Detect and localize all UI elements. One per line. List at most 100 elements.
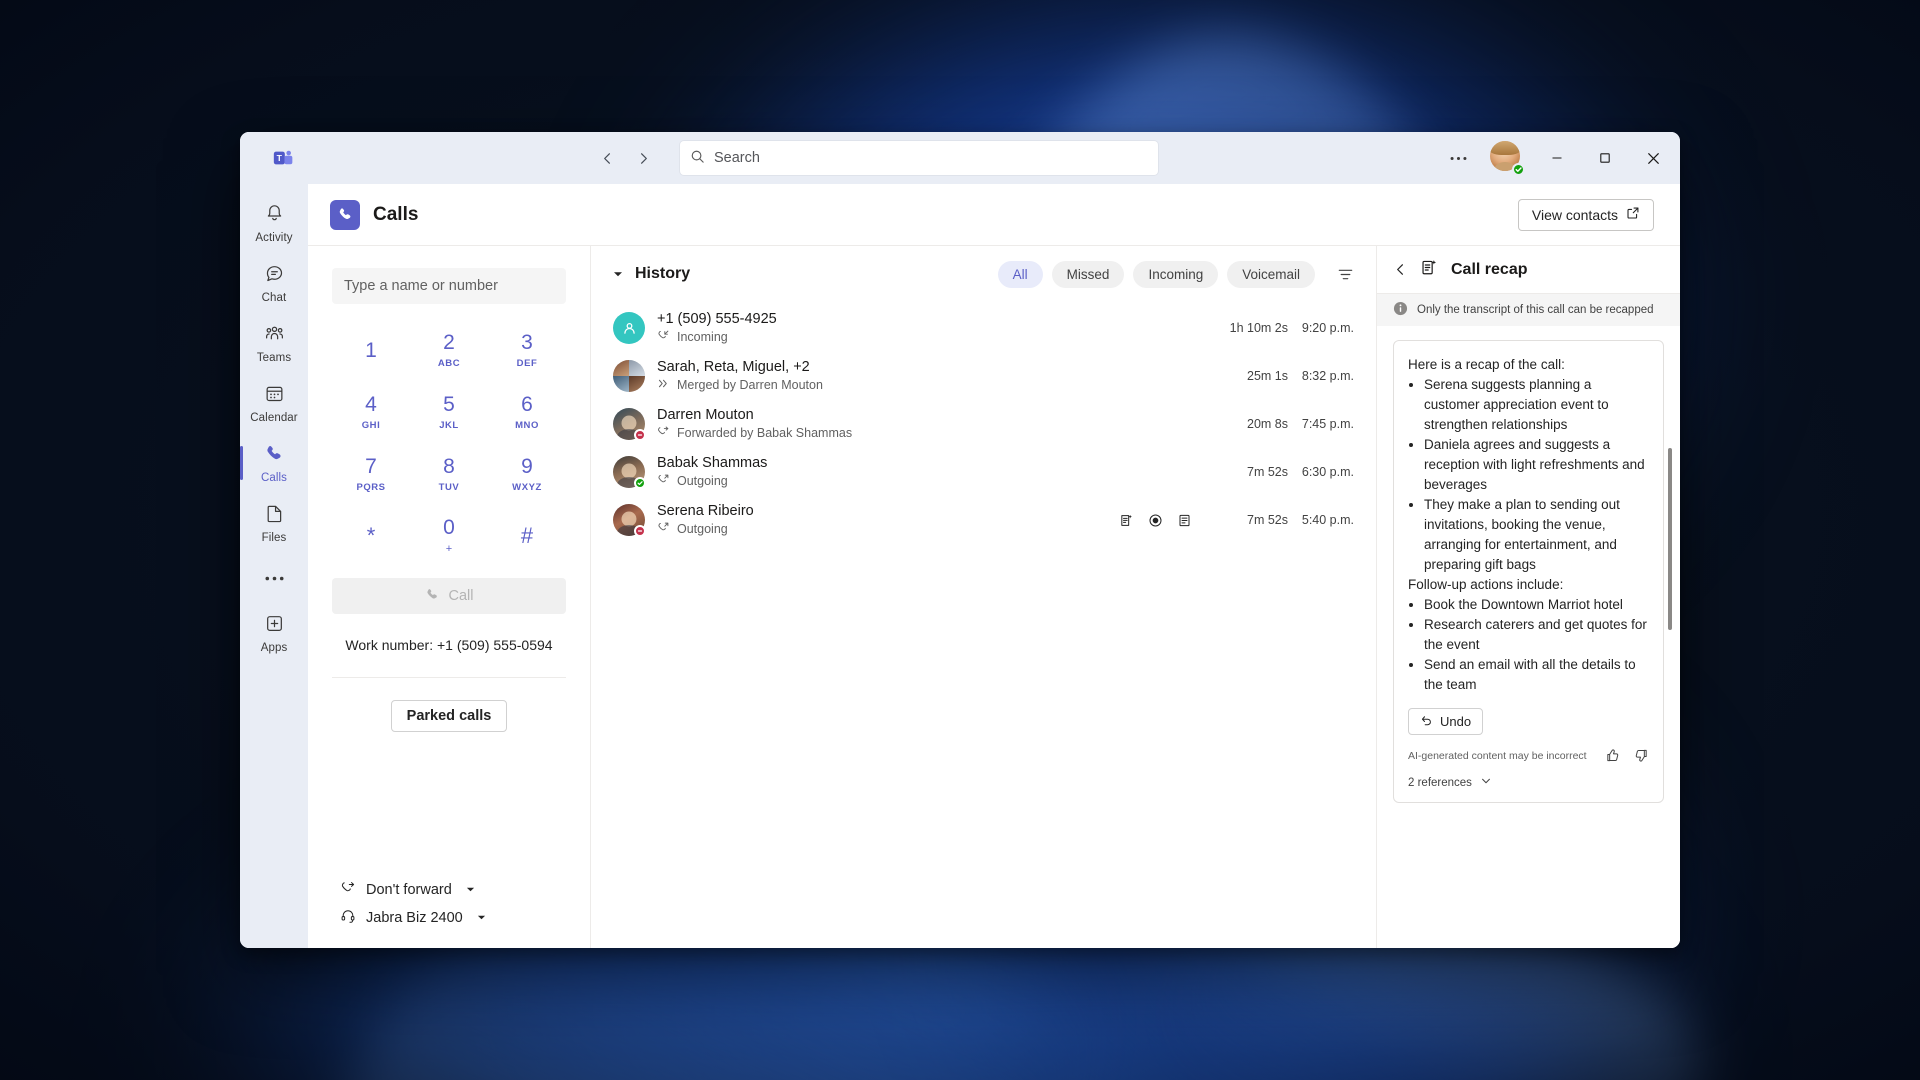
dialpad-key-1[interactable]: 1 [332, 322, 410, 378]
list-item: Daniela agrees and suggests a reception … [1424, 435, 1649, 495]
dialpad-key-3[interactable]: 3 DEF [488, 322, 566, 378]
sidebar-item-label: Calls [261, 472, 287, 484]
key-number: 6 [521, 394, 533, 415]
avatar[interactable] [1490, 141, 1524, 175]
dialpad-key-5[interactable]: 5 JKL [410, 384, 488, 440]
list-item: Send an email with all the details to th… [1424, 655, 1649, 695]
sidebar-item-label: Activity [255, 232, 292, 244]
recording-icon[interactable] [1148, 513, 1163, 528]
filter-pill-incoming[interactable]: Incoming [1133, 261, 1218, 288]
thumbs-down-icon[interactable] [1634, 748, 1649, 763]
app-rail: Activity Chat [240, 184, 308, 948]
filter-pill-voicemail[interactable]: Voicemail [1227, 261, 1315, 288]
recap-icon [1420, 258, 1439, 282]
view-contacts-button[interactable]: View contacts [1518, 199, 1654, 231]
recap-title: Call recap [1451, 261, 1527, 279]
work-number: Work number: +1 (509) 555-0594 [332, 637, 566, 653]
table-row[interactable]: Babak Shammas Outgoing [591, 448, 1376, 496]
dial-input-placeholder: Type a name or number [344, 278, 498, 294]
dialpad-key-pound[interactable]: # [488, 508, 566, 564]
key-number: 2 [443, 332, 455, 353]
filter-pill-missed[interactable]: Missed [1052, 261, 1125, 288]
avatar [613, 360, 645, 392]
dialpad-key-2[interactable]: 2 ABC [410, 322, 488, 378]
filter-pill-all[interactable]: All [998, 261, 1043, 288]
dial-input[interactable]: Type a name or number [332, 268, 566, 304]
presence-busy-icon [634, 525, 646, 537]
audio-device-setting[interactable]: Jabra Biz 2400 [332, 904, 566, 932]
key-letters: DEF [517, 358, 538, 369]
thumbs-up-icon[interactable] [1605, 748, 1620, 763]
table-row[interactable]: Sarah, Reta, Miguel, +2 Merged by Darren… [591, 352, 1376, 400]
key-number: 0 [443, 517, 455, 538]
call-time: 8:32 p.m. [1288, 369, 1354, 383]
call-status: Forwarded by Babak Shammas [677, 426, 852, 441]
close-button[interactable] [1630, 132, 1676, 184]
minimize-button[interactable] [1534, 132, 1580, 184]
call-time: 5:40 p.m. [1288, 513, 1354, 527]
sidebar-item-chat[interactable]: Chat [244, 254, 304, 312]
call-forwarding-setting[interactable]: Don't forward [332, 876, 566, 904]
key-letters: + [446, 543, 452, 555]
audio-device-label: Jabra Biz 2400 [366, 910, 463, 926]
call-merge-icon [657, 377, 670, 394]
key-number: # [521, 525, 533, 547]
call-forward-icon [340, 880, 356, 900]
table-row[interactable]: Serena Ribeiro Outgoing [591, 496, 1376, 544]
nav-back-button[interactable] [592, 143, 622, 173]
search-input[interactable]: Search [680, 141, 1158, 175]
dialpad-key-7[interactable]: 7 PQRS [332, 446, 410, 502]
dialpad-key-star[interactable]: * [332, 508, 410, 564]
dialpad-key-6[interactable]: 6 MNO [488, 384, 566, 440]
key-number: 7 [365, 456, 377, 477]
sidebar-item-label: Files [262, 532, 287, 544]
sidebar-more-button[interactable] [244, 558, 304, 596]
sidebar-item-calls[interactable]: Calls [244, 434, 304, 492]
maximize-button[interactable] [1582, 132, 1628, 184]
key-letters: JKL [439, 420, 459, 431]
sidebar-item-teams[interactable]: Teams [244, 314, 304, 372]
presence-available-icon [634, 477, 646, 489]
row-actions [1119, 513, 1192, 528]
sidebar-item-files[interactable]: Files [244, 494, 304, 552]
settings-more-button[interactable] [1436, 138, 1480, 178]
recap-footer: AI-generated content may be incorrect [1408, 748, 1649, 763]
key-number: 5 [443, 394, 455, 415]
table-row[interactable]: +1 (509) 555-4925 Incoming [591, 304, 1376, 352]
recap-header: Call recap [1377, 246, 1680, 294]
call-time: 7:45 p.m. [1288, 417, 1354, 431]
history-list: +1 (509) 555-4925 Incoming [591, 302, 1376, 948]
dialpad-key-4[interactable]: 4 GHI [332, 384, 410, 440]
key-number: * [367, 525, 376, 547]
parked-calls-button[interactable]: Parked calls [391, 700, 508, 732]
back-button[interactable] [1393, 262, 1408, 277]
recap-scrollbar-thumb[interactable] [1668, 448, 1672, 630]
sidebar-item-calendar[interactable]: Calendar [244, 374, 304, 432]
dialpad-key-8[interactable]: 8 TUV [410, 446, 488, 502]
open-external-icon [1626, 206, 1640, 223]
recap-notice-text: Only the transcript of this call can be … [1417, 304, 1654, 316]
dialpad-key-9[interactable]: 9 WXYZ [488, 446, 566, 502]
recap-icon[interactable] [1119, 513, 1134, 528]
page-title: Calls [373, 204, 418, 226]
transcript-icon[interactable] [1177, 513, 1192, 528]
recap-scrollbar-track[interactable] [1672, 336, 1676, 766]
call-duration: 7m 52s [1216, 465, 1288, 479]
filter-icon[interactable] [1337, 266, 1354, 283]
nav-forward-button[interactable] [628, 143, 658, 173]
references-toggle[interactable]: 2 references [1408, 775, 1649, 790]
call-status: Incoming [677, 330, 728, 345]
sidebar-item-apps[interactable]: Apps [244, 604, 304, 662]
call-time: 6:30 p.m. [1288, 465, 1354, 479]
calendar-icon [264, 383, 285, 409]
table-row[interactable]: Darren Mouton Forwarded by Babak Shamma [591, 400, 1376, 448]
call-incoming-icon [657, 329, 670, 346]
dialpad-key-0[interactable]: 0 + [410, 508, 488, 564]
caret-down-icon[interactable] [613, 269, 623, 279]
call-recap-pane: Call recap Only the transcript of this c… [1377, 246, 1680, 948]
undo-button[interactable]: Undo [1408, 708, 1483, 735]
call-button[interactable]: Call [332, 578, 566, 614]
calls-app-icon [330, 200, 360, 230]
key-letters: GHI [362, 420, 381, 431]
sidebar-item-activity[interactable]: Activity [244, 194, 304, 252]
